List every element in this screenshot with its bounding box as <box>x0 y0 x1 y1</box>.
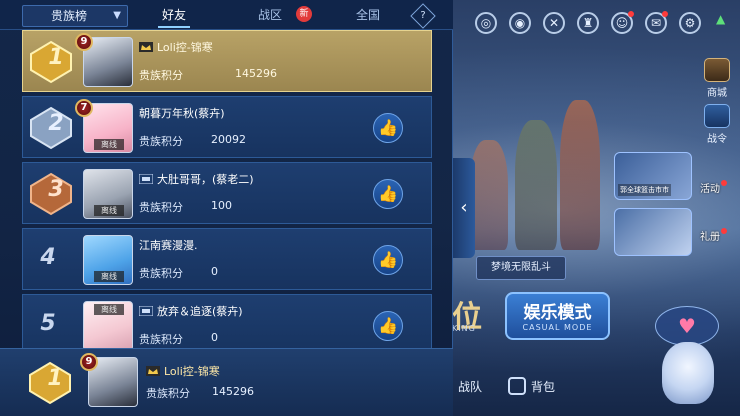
shop-label: 商城 <box>707 88 727 99</box>
gift-promo-card[interactable] <box>614 208 692 256</box>
hero-figure <box>560 100 600 250</box>
rank-number: 2 <box>48 111 64 136</box>
x-icon[interactable]: ✕ <box>543 12 565 34</box>
heart-bubble-icon[interactable]: ♥ <box>655 306 719 346</box>
shop-button[interactable]: 商城 <box>700 58 734 99</box>
event-promo-caption: 郭全球篮击市市 <box>618 184 671 196</box>
thumbs-up-icon[interactable]: 👍 <box>373 245 403 275</box>
avatar[interactable]: 离线 <box>83 235 133 285</box>
mode-plaque[interactable]: 梦境无限乱斗 <box>476 256 566 280</box>
player-name: 大肚哥哥，(蔡老二) <box>139 171 254 187</box>
bottom-nav: 战队 背包 <box>450 366 650 406</box>
gift-label[interactable]: 礼册 <box>700 228 727 243</box>
casual-mode-button[interactable]: 娱乐模式 CASUAL MODE <box>505 292 610 340</box>
offline-tag: 离线 <box>94 205 124 216</box>
score-value: 145296 <box>235 67 277 80</box>
my-rank-bar: 1 9 Loli控-锦寒 贵族积分 145296 <box>0 348 453 416</box>
score-label: 贵族积分 <box>139 69 183 82</box>
noble-crown-icon <box>146 366 160 376</box>
ranking-row[interactable]: 2 离线 7 朝暮万年秋(蔡卉) 贵族积分 20092 👍 <box>22 96 432 158</box>
battle-pass-label: 战令 <box>707 134 727 145</box>
new-badge: 新 <box>296 6 312 22</box>
rank-number: 4 <box>40 245 56 270</box>
player-name: Loli控-锦寒 <box>139 39 213 55</box>
player-name: 放弃＆追逐(蔡卉) <box>139 303 243 319</box>
noble-crown-icon <box>139 42 153 52</box>
target-icon[interactable]: ◎ <box>475 12 497 34</box>
avatar[interactable]: 离线 <box>83 301 133 351</box>
score-value: 145296 <box>212 385 254 398</box>
mascot-avatar[interactable] <box>662 342 714 404</box>
score-value: 20092 <box>211 133 246 146</box>
player-name: 江南赛漫漫. <box>139 239 198 252</box>
score-label: 贵族积分 <box>139 333 183 346</box>
hero-figure <box>515 120 557 250</box>
ranking-row[interactable]: 1 9 Loli控-锦寒 贵族积分 145296 <box>22 30 432 92</box>
eye-icon[interactable]: ◉ <box>509 12 531 34</box>
battle-pass-icon <box>704 104 730 128</box>
bag-button[interactable]: 背包 <box>508 377 555 395</box>
casual-mode-title: 娱乐模式 <box>523 303 592 323</box>
noble-level-badge: 9 <box>80 353 98 371</box>
top-icon-bar: ◎ ◉ ✕ ♜ ☺ ✉ ⚙ <box>475 8 701 38</box>
chevron-down-icon: ▼ <box>113 10 121 21</box>
noble-level-badge: 9 <box>75 33 93 51</box>
collapse-panel-button[interactable]: ‹ <box>453 158 475 258</box>
score-label: 贵族积分 <box>139 267 183 280</box>
rank-number: 1 <box>48 45 64 70</box>
ranking-type-select[interactable]: 贵族榜 ▼ <box>22 5 128 27</box>
shop-icon <box>704 58 730 82</box>
team-label: 战队 <box>458 379 483 394</box>
score-label: 贵族积分 <box>139 201 183 214</box>
rank-number: 1 <box>47 366 63 391</box>
score-label: 贵族积分 <box>146 387 190 400</box>
noble-level-badge: 7 <box>75 99 93 117</box>
casual-mode-sub: CASUAL MODE <box>522 323 593 332</box>
score-value: 0 <box>211 265 218 278</box>
score-value: 100 <box>211 199 232 212</box>
gear-icon[interactable]: ⚙ <box>679 12 701 34</box>
tab-war-zone[interactable]: 战区 新 <box>246 0 312 30</box>
rank-number: 5 <box>40 311 56 336</box>
ranking-panel: 贵族榜 ▼ 好友 战区 新 全国 ? 1 9 Loli控-锦寒 贵族积分 145… <box>0 0 453 416</box>
score-label: 贵族积分 <box>139 135 183 148</box>
battle-pass-button[interactable]: 战令 <box>700 104 734 145</box>
trophy-icon[interactable]: ♜ <box>577 12 599 34</box>
event-promo-card[interactable]: 郭全球篮击市市 <box>614 152 692 200</box>
player-name: 朝暮万年秋(蔡卉) <box>139 107 225 120</box>
ranking-row[interactable]: 3 离线 大肚哥哥，(蔡老二) 贵族积分 100 👍 <box>22 162 432 224</box>
thumbs-up-icon[interactable]: 👍 <box>373 311 403 341</box>
flag-icon <box>139 306 153 316</box>
rank-number: 3 <box>48 177 64 202</box>
flag-icon <box>139 174 153 184</box>
team-button[interactable]: 战队 <box>458 378 482 395</box>
hero-figure <box>470 140 508 250</box>
tab-friends[interactable]: 好友 <box>150 0 198 30</box>
help-icon[interactable]: ? <box>410 3 436 29</box>
ranking-row[interactable]: 5 离线 放弃＆追逐(蔡卉) 贵族积分 0 👍 <box>22 294 432 356</box>
offline-tag: 离线 <box>94 271 124 282</box>
thumbs-up-icon[interactable]: 👍 <box>373 113 403 143</box>
offline-tag: 离线 <box>94 139 124 150</box>
ranking-type-value: 贵族榜 <box>51 9 88 23</box>
avatar[interactable]: 离线 <box>83 169 133 219</box>
wifi-icon: ▲ <box>716 12 726 26</box>
player-name: Loli控-锦寒 <box>146 363 220 379</box>
thumbs-up-icon[interactable]: 👍 <box>373 179 403 209</box>
event-label[interactable]: 活动 <box>700 180 727 195</box>
ranked-mode-sub: KING <box>452 324 476 333</box>
tab-national[interactable]: 全国 <box>344 0 392 30</box>
ranking-row[interactable]: 4 离线 江南赛漫漫. 贵族积分 0 👍 <box>22 228 432 290</box>
offline-tag: 离线 <box>94 304 124 315</box>
friends-icon[interactable]: ☺ <box>611 11 634 34</box>
bag-label: 背包 <box>531 379 556 394</box>
score-value: 0 <box>211 331 218 344</box>
bag-icon <box>508 377 527 395</box>
mail-icon[interactable]: ✉ <box>645 11 668 34</box>
ranking-tabs: 贵族榜 ▼ 好友 战区 新 全国 ? <box>0 0 453 30</box>
